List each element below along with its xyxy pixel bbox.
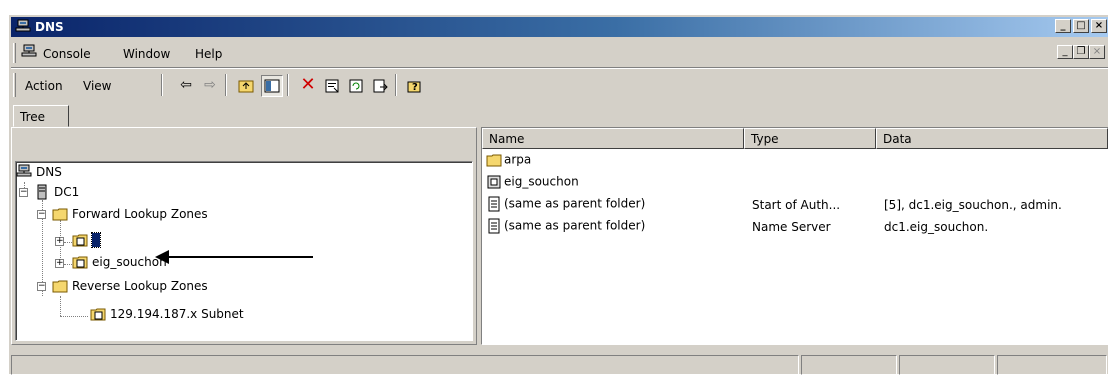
tree-label: DNS [36, 165, 62, 179]
zone-folder-icon [90, 308, 106, 321]
list-row[interactable]: (same as parent folder) Name Server dc1.… [486, 218, 1106, 240]
forward-button[interactable]: ⇨ [199, 75, 221, 97]
menu-console[interactable]: Console [43, 47, 91, 61]
collapse-toggle[interactable]: − [19, 188, 28, 197]
menu-view[interactable]: View [83, 79, 111, 93]
tree-node-reverse-lookup-zones[interactable]: Reverse Lookup Zones [52, 278, 208, 296]
status-bar [11, 353, 1108, 375]
expand-toggle[interactable]: + [55, 259, 64, 268]
properties-icon [325, 79, 339, 93]
tree-label: DC1 [54, 185, 80, 199]
dns-server-icon [16, 164, 32, 177]
selected-zone-label [91, 232, 101, 248]
folder-icon [52, 208, 68, 221]
tree-label: Forward Lookup Zones [72, 207, 208, 221]
menu-window[interactable]: Window [123, 47, 170, 61]
column-header-data[interactable]: Data [876, 128, 1108, 149]
menu-grip[interactable] [13, 43, 16, 63]
properties-button[interactable] [321, 75, 343, 97]
status-panel [899, 355, 995, 375]
folder-icon [486, 154, 502, 167]
refresh-button[interactable] [345, 75, 367, 97]
toolbar-grip[interactable] [13, 73, 16, 97]
annotation-arrow-line [167, 256, 313, 258]
tab-tree[interactable]: Tree [13, 105, 69, 127]
details-list-pane[interactable]: Name Type Data arpa eig_souchon (same as… [481, 127, 1108, 345]
delete-x-icon: ✕ [300, 74, 316, 95]
status-panel [801, 355, 897, 375]
menu-help[interactable]: Help [195, 47, 222, 61]
collapse-toggle[interactable]: − [37, 282, 46, 291]
list-row[interactable]: arpa [486, 152, 531, 174]
close-button[interactable]: × [1091, 19, 1107, 33]
tree-pane[interactable]: DNS − DC1 − Forward Lookup Zones + + eig… [15, 161, 473, 341]
tree-node-subnet[interactable]: 129.194.187.x Subnet [90, 306, 244, 324]
dns-app-icon [15, 19, 31, 38]
menu-separator [11, 67, 1108, 69]
status-panel-main [11, 355, 799, 375]
server-icon [37, 184, 47, 200]
toolbar-separator [287, 74, 289, 96]
tree-node-hidden-zone[interactable] [72, 232, 101, 250]
mdi-restore-button[interactable]: ❐ [1073, 45, 1089, 59]
row-type: Name Server [752, 220, 831, 234]
refresh-icon [349, 79, 363, 93]
export-list-icon [373, 79, 388, 93]
status-panel [997, 355, 1107, 375]
toolbar-separator [161, 74, 163, 96]
tree-label: 129.194.187.x Subnet [110, 307, 244, 321]
up-folder-icon [238, 80, 254, 93]
zone-folder-icon [72, 256, 88, 269]
row-data: [5], dc1.eig_souchon., admin. [884, 198, 1062, 212]
collapse-toggle[interactable]: − [37, 210, 46, 219]
tree-pane-icon [264, 79, 280, 93]
arrow-right-icon: ⇨ [204, 77, 216, 93]
window-title: DNS [35, 20, 64, 34]
column-header-name[interactable]: Name [482, 128, 744, 149]
tree-node-dns[interactable]: DNS [16, 164, 62, 182]
list-row[interactable]: (same as parent folder) Start of Auth...… [486, 196, 1106, 218]
tree-node-forward-lookup-zones[interactable]: Forward Lookup Zones [52, 206, 208, 224]
toolbar-separator [395, 74, 397, 96]
record-icon [488, 218, 500, 234]
tree-line [60, 316, 88, 317]
toolbar-separator [225, 74, 227, 96]
list-row[interactable]: eig_souchon [486, 174, 579, 196]
arrow-left-icon: ⇦ [180, 77, 192, 93]
folder-icon [52, 280, 68, 293]
help-icon: ? [407, 81, 421, 93]
show-hide-tree-button[interactable] [261, 75, 283, 97]
menu-bar: Console Window Help _ ❐ × [11, 39, 1108, 67]
expand-toggle[interactable]: + [55, 237, 64, 246]
svg-text:?: ? [412, 82, 418, 93]
column-header-type[interactable]: Type [744, 128, 876, 149]
row-name: (same as parent folder) [504, 196, 646, 211]
delete-button[interactable]: ✕ [297, 75, 319, 97]
row-data: dc1.eig_souchon. [884, 220, 989, 234]
export-list-button[interactable] [369, 75, 391, 97]
tree-node-eig-souchon[interactable]: eig_souchon [72, 254, 167, 272]
mdi-minimize-button[interactable]: _ [1057, 45, 1073, 59]
up-one-level-button[interactable] [235, 75, 257, 97]
title-bar[interactable]: DNS _ □ × [11, 17, 1108, 37]
console-icon [21, 44, 37, 63]
tree-line [60, 296, 61, 316]
minimize-button[interactable]: _ [1055, 19, 1071, 33]
record-icon [488, 196, 500, 212]
back-button[interactable]: ⇦ [175, 75, 197, 97]
zone-folder-icon [72, 234, 88, 247]
tree-node-dc1[interactable]: DC1 [34, 184, 79, 202]
row-name: eig_souchon [504, 174, 579, 189]
row-type: Start of Auth... [752, 198, 841, 212]
toolbar: Action View ⇦ ⇨ ✕ ? [11, 71, 1108, 99]
maximize-button[interactable]: □ [1073, 19, 1089, 33]
tree-label: Reverse Lookup Zones [72, 279, 208, 293]
mdi-close-button[interactable]: × [1089, 45, 1105, 59]
zone-icon [487, 175, 501, 189]
menu-action[interactable]: Action [25, 79, 63, 93]
help-button[interactable]: ? [403, 75, 425, 97]
row-name: arpa [504, 152, 532, 167]
dns-window: DNS _ □ × Console Window Help _ ❐ × Acti… [8, 14, 1108, 375]
row-name: (same as parent folder) [504, 218, 646, 233]
